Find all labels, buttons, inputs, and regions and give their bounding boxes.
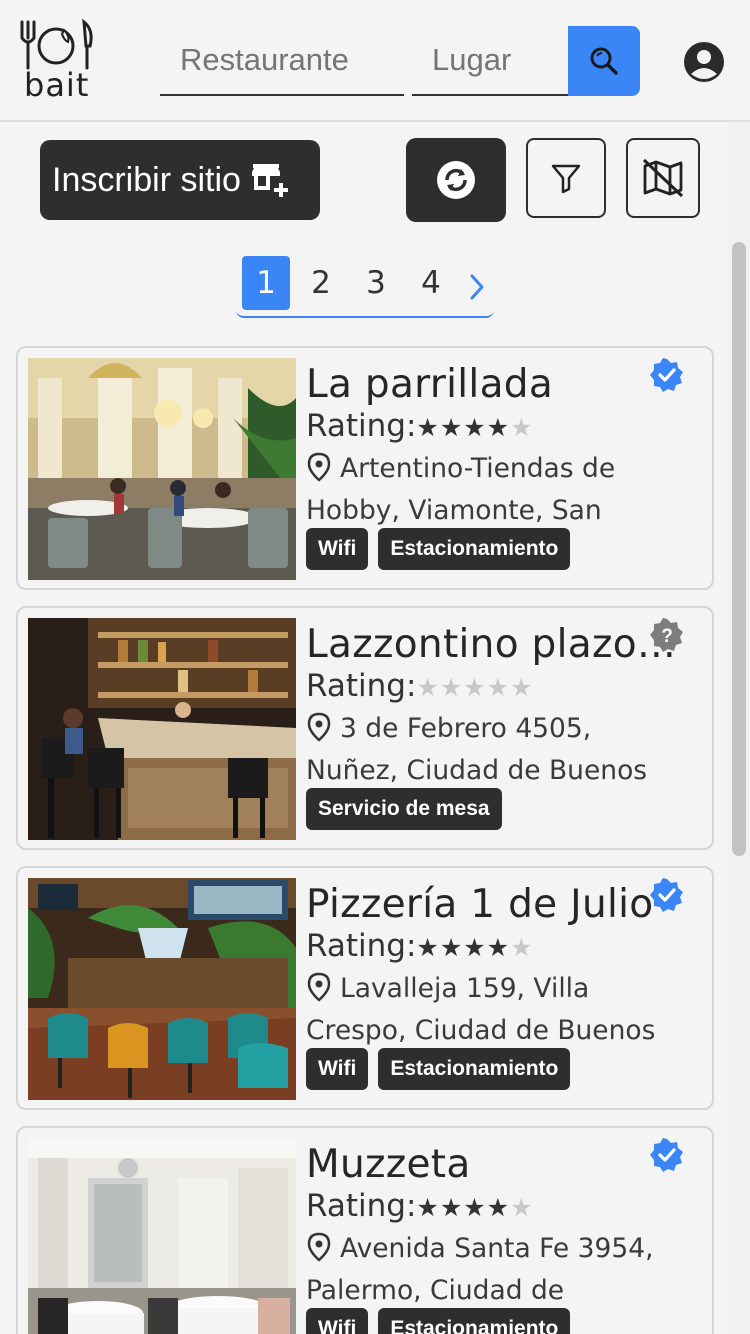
verified-badge-icon xyxy=(650,1138,683,1172)
store-add-icon xyxy=(251,164,288,197)
unverified-badge-icon: ? xyxy=(650,618,683,652)
location-pin-icon xyxy=(307,972,331,1002)
scrollbar-thumb[interactable] xyxy=(732,242,746,856)
restaurant-name[interactable]: Lazzontino plazoleta xyxy=(306,622,686,667)
svg-text:?: ? xyxy=(661,626,673,647)
feature-tag: Servicio de mesa xyxy=(306,788,502,830)
feature-tag: Wifi xyxy=(306,1048,369,1090)
chevron-right-icon xyxy=(470,274,484,300)
restaurant-rating: Rating:★★★★★ xyxy=(306,668,533,704)
user-account-icon xyxy=(684,42,724,82)
refresh-button[interactable] xyxy=(406,138,506,222)
location-pin-icon xyxy=(307,452,331,482)
pagination: 1 2 3 4 xyxy=(236,256,494,318)
restaurant-name[interactable]: Pizzería 1 de Julio xyxy=(306,882,686,927)
restaurant-address: Artentino-Tiendas de Hobby, Viamonte, Sa… xyxy=(306,448,686,536)
feature-tags: Wifi Estacionamiento xyxy=(306,1048,571,1090)
logo-text: bait xyxy=(24,66,90,104)
register-place-label: Inscribir sitio xyxy=(52,160,241,199)
restaurant-search-input[interactable] xyxy=(160,26,404,96)
rating-stars: ★★★★★ xyxy=(416,673,534,702)
map-toggle-button[interactable] xyxy=(626,138,700,218)
verified-badge-icon xyxy=(650,358,683,392)
restaurant-address: Avenida Santa Fe 3954, Palermo, Ciudad d… xyxy=(306,1228,686,1316)
restaurant-address: Lavalleja 159, Villa Crespo, Ciudad de B… xyxy=(306,968,686,1056)
rating-label: Rating: xyxy=(306,1188,417,1224)
page-3-button[interactable]: 3 xyxy=(352,256,400,310)
location-pin-icon xyxy=(307,712,331,742)
rating-label: Rating: xyxy=(306,668,417,704)
feature-tags: Servicio de mesa xyxy=(306,788,502,830)
address-text: Avenida Santa Fe 3954, Palermo, Ciudad d… xyxy=(306,1233,654,1306)
restaurant-photo[interactable] xyxy=(28,1138,296,1334)
rating-stars: ★★★★★ xyxy=(416,413,534,442)
user-account-button[interactable] xyxy=(682,40,726,84)
restaurant-name[interactable]: Muzzeta xyxy=(306,1142,686,1187)
page-1-button[interactable]: 1 xyxy=(242,256,290,310)
feature-tags: Wifi Estacionamiento xyxy=(306,528,571,570)
restaurant-photo[interactable] xyxy=(28,878,296,1100)
rating-stars: ★★★★★ xyxy=(416,1193,534,1222)
register-place-button[interactable]: Inscribir sitio xyxy=(40,140,320,220)
place-search-input[interactable] xyxy=(412,26,570,96)
restaurant-card[interactable]: Muzzeta Rating:★★★★★ Avenida Santa Fe 39… xyxy=(16,1126,714,1334)
restaurant-rating: Rating:★★★★★ xyxy=(306,408,533,444)
restaurant-card[interactable]: Lazzontino plazoleta Rating:★★★★★ 3 de F… xyxy=(16,606,714,850)
feature-tag: Estacionamiento xyxy=(378,1308,571,1334)
feature-tag: Wifi xyxy=(306,1308,369,1334)
feature-tag: Wifi xyxy=(306,528,369,570)
filter-icon xyxy=(551,164,581,194)
rating-label: Rating: xyxy=(306,408,417,444)
restaurant-rating: Rating:★★★★★ xyxy=(306,1188,533,1224)
page-4-button[interactable]: 4 xyxy=(407,256,455,310)
location-pin-icon xyxy=(307,1232,331,1262)
verified-badge-icon xyxy=(650,878,683,912)
feature-tags: Wifi Estacionamiento xyxy=(306,1308,571,1334)
search-button[interactable] xyxy=(568,26,640,96)
restaurant-address: 3 de Febrero 4505, Nuñez, Ciudad de Buen… xyxy=(306,708,686,796)
rating-stars: ★★★★★ xyxy=(416,933,534,962)
filter-button[interactable] xyxy=(526,138,606,218)
app-header: bait xyxy=(0,0,750,122)
refresh-icon xyxy=(437,161,475,199)
address-text: Lavalleja 159, Villa Crespo, Ciudad de B… xyxy=(306,973,656,1046)
restaurant-card[interactable]: Pizzería 1 de Julio Rating:★★★★★ Lavalle… xyxy=(16,866,714,1110)
feature-tag: Estacionamiento xyxy=(378,528,571,570)
page-2-button[interactable]: 2 xyxy=(297,256,345,310)
rating-label: Rating: xyxy=(306,928,417,964)
next-page-button[interactable] xyxy=(462,266,492,306)
feature-tag: Estacionamiento xyxy=(378,1048,571,1090)
restaurant-rating: Rating:★★★★★ xyxy=(306,928,533,964)
restaurant-photo[interactable] xyxy=(28,358,296,580)
restaurant-photo[interactable] xyxy=(28,618,296,840)
search-icon xyxy=(590,47,618,75)
restaurant-card[interactable]: La parrillada Rating:★★★★★ Artentino-Tie… xyxy=(16,346,714,590)
restaurant-name[interactable]: La parrillada xyxy=(306,362,686,407)
map-off-icon xyxy=(642,158,684,198)
address-text: Artentino-Tiendas de Hobby, Viamonte, Sa… xyxy=(306,453,616,526)
address-text: 3 de Febrero 4505, Nuñez, Ciudad de Buen… xyxy=(306,713,648,786)
